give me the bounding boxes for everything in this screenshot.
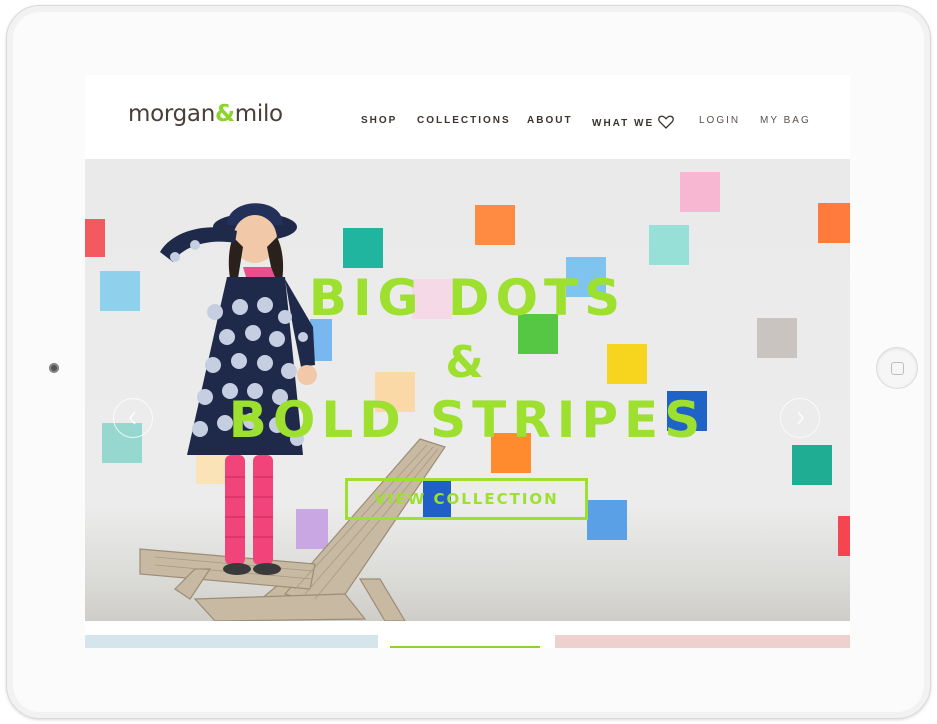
hero-headline-line1: BIG DOTS	[308, 269, 627, 327]
browser-screen: morgan&milo SHOP COLLECTIONS ABOUT WHAT …	[85, 75, 850, 648]
carousel-prev-button[interactable]	[113, 398, 153, 438]
confetti-square	[587, 500, 627, 540]
home-button-icon[interactable]	[876, 347, 918, 389]
view-collection-button[interactable]: VIEW COLLECTION	[345, 478, 588, 520]
main-nav: SHOP COLLECTIONS ABOUT WHAT WE LOGIN MY …	[85, 115, 850, 131]
nav-collections[interactable]: COLLECTIONS	[417, 115, 511, 126]
hero-headline-line2: &	[445, 337, 490, 388]
hero-banner: BIG DOTS & BOLD STRIPES VIEW COLLECTION	[85, 159, 850, 621]
nav-what-we-label: WHAT WE	[592, 118, 655, 129]
confetti-square	[680, 172, 720, 212]
confetti-square	[343, 228, 383, 268]
camera-icon	[49, 363, 59, 373]
confetti-square	[838, 516, 850, 556]
confetti-square	[649, 225, 689, 265]
feature-tile-right[interactable]	[555, 635, 850, 648]
confetti-square	[792, 445, 832, 485]
chevron-right-icon	[797, 411, 804, 425]
confetti-square	[475, 205, 515, 245]
heart-icon	[658, 115, 675, 129]
carousel-next-button[interactable]	[780, 398, 820, 438]
nav-my-bag[interactable]: MY BAG	[760, 115, 811, 126]
confetti-square	[85, 219, 105, 257]
hero-headline-line3: BOLD STRIPES	[228, 391, 707, 449]
nav-about[interactable]: ABOUT	[527, 115, 573, 126]
nav-login[interactable]: LOGIN	[699, 115, 740, 126]
feature-tile-middle[interactable]	[390, 646, 540, 648]
chevron-left-icon	[129, 411, 136, 425]
confetti-square	[818, 203, 850, 243]
nav-what-we-love[interactable]: WHAT WE	[592, 115, 675, 129]
site-header: morgan&milo SHOP COLLECTIONS ABOUT WHAT …	[85, 75, 850, 159]
feature-tile-left[interactable]	[85, 635, 378, 648]
nav-shop[interactable]: SHOP	[361, 115, 397, 126]
